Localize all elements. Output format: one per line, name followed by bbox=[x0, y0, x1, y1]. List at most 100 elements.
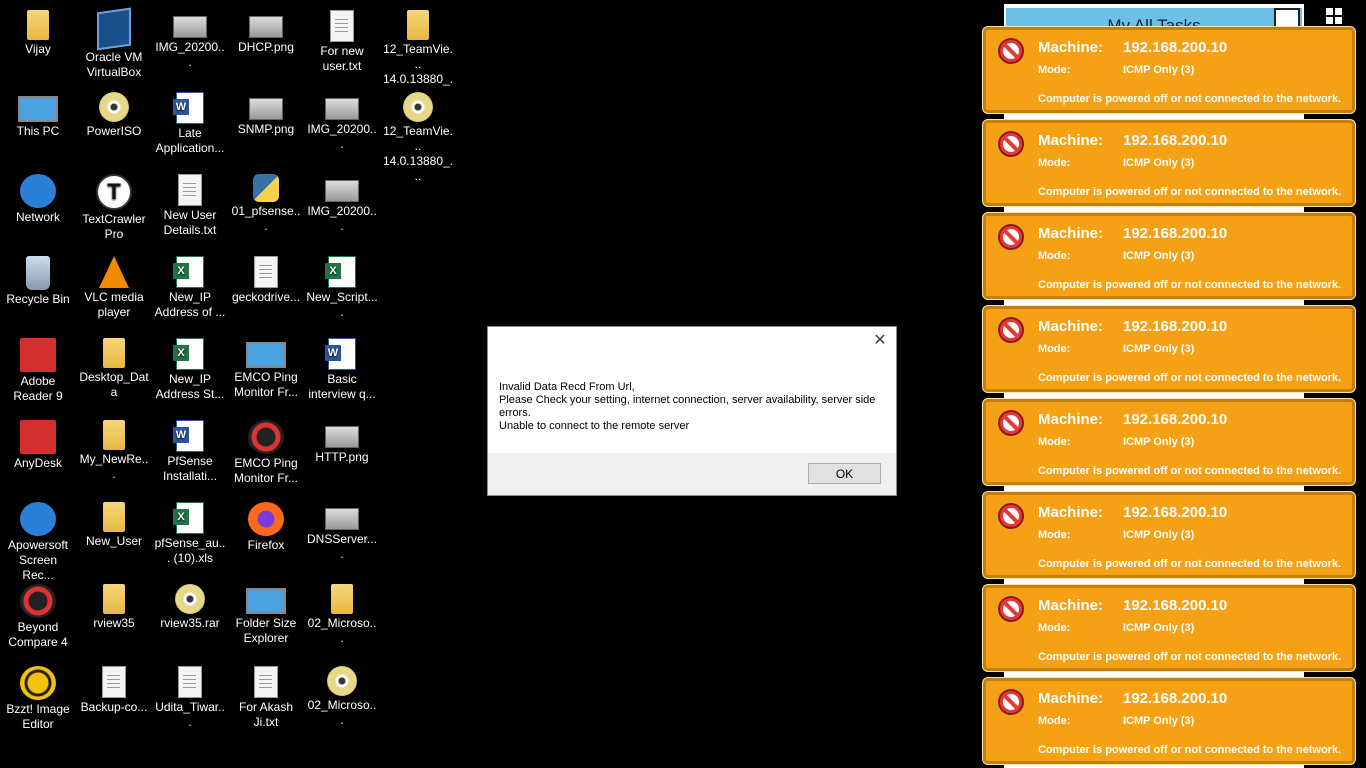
desktop-icon[interactable]: IMG_20200... bbox=[152, 2, 228, 82]
desktop-icon[interactable]: Desktop_Data bbox=[76, 330, 152, 410]
desktop-icon[interactable]: Apowersoft Screen Rec... bbox=[0, 494, 76, 582]
desktop-icon[interactable]: 02_Microso... bbox=[304, 658, 380, 738]
apowersoft-icon bbox=[20, 502, 56, 536]
desktop-icon-label: 12_TeamVie... 14.0.13880_... bbox=[382, 124, 454, 183]
stop-icon bbox=[998, 596, 1024, 622]
mode-value: ICMP Only (3) bbox=[1123, 622, 1195, 634]
machine-alert-notification[interactable]: Machine: 192.168.200.10 Mode: ICMP Only (3)… bbox=[983, 585, 1355, 671]
folder-icon bbox=[331, 584, 353, 614]
desktop-icon[interactable]: IMG_20200... bbox=[304, 166, 380, 246]
desktop-icon[interactable]: Backup-co... bbox=[76, 658, 152, 738]
desktop-icon[interactable]: Basic interview q... bbox=[304, 330, 380, 410]
desktop-icon[interactable]: My_NewRe... bbox=[76, 412, 152, 492]
virtualbox-icon bbox=[97, 7, 131, 51]
notification-message: Computer is powered off or not connected… bbox=[1038, 744, 1342, 756]
desktop-icon[interactable]: New User Details.txt bbox=[152, 166, 228, 246]
mode-label: Mode: bbox=[1038, 529, 1071, 541]
desktop-icon-label: geckodrive... bbox=[231, 290, 301, 304]
machine-alert-notification[interactable]: Machine: 192.168.200.10 Mode: ICMP Only (3)… bbox=[983, 678, 1355, 764]
desktop-icon-label: New_IP Address of ... bbox=[154, 290, 226, 319]
machine-alert-notification[interactable]: Machine: 192.168.200.10 Mode: ICMP Only (3)… bbox=[983, 492, 1355, 578]
excel-icon bbox=[325, 256, 356, 288]
desktop-icon-label: AnyDesk bbox=[13, 456, 63, 470]
desktop-icon[interactable]: Bzzt! Image Editor bbox=[0, 658, 76, 738]
desktop-icon[interactable]: Oracle VM VirtualBox bbox=[76, 2, 152, 82]
desktop-icon[interactable]: New_IP Address St... bbox=[152, 330, 228, 410]
python-icon bbox=[253, 174, 279, 202]
desktop-icon[interactable]: geckodrive... bbox=[228, 248, 304, 328]
desktop-icon[interactable]: New_User bbox=[76, 494, 152, 574]
machine-address: 192.168.200.10 bbox=[1123, 690, 1228, 707]
image-icon bbox=[325, 98, 359, 120]
mode-label: Mode: bbox=[1038, 343, 1071, 355]
desktop-icon[interactable]: PfSense Installati... bbox=[152, 412, 228, 492]
desktop-icon[interactable]: EMCO Ping Monitor Fr... bbox=[228, 412, 304, 492]
adobe-reader-icon bbox=[20, 338, 56, 372]
desktop-icon[interactable]: SNMP.png bbox=[228, 84, 304, 164]
mode-label: Mode: bbox=[1038, 622, 1071, 634]
desktop-icon[interactable]: HTTP.png bbox=[304, 412, 380, 492]
notification-message: Computer is powered off or not connected… bbox=[1038, 93, 1342, 105]
desktop-icon[interactable]: Beyond Compare 4 bbox=[0, 576, 76, 656]
desktop-icon[interactable]: 12_TeamVie... 14.0.13880_... bbox=[380, 84, 456, 183]
desktop-icon-label: Adobe Reader 9 bbox=[13, 374, 63, 403]
desktop-icon-label: PowerISO bbox=[86, 124, 142, 138]
desktop-icon[interactable]: T TextCrawler Pro bbox=[76, 166, 152, 246]
desktop-icon[interactable]: rview35.rar bbox=[152, 576, 228, 656]
desktop-icon[interactable]: EMCO Ping Monitor Fr... bbox=[228, 330, 304, 410]
machine-alert-notification[interactable]: Machine: 192.168.200.10 Mode: ICMP Only (3)… bbox=[983, 306, 1355, 392]
desktop-icon[interactable]: PowerISO bbox=[76, 84, 152, 164]
desktop-icon[interactable]: New_Script.... bbox=[304, 248, 380, 328]
folder-size-icon bbox=[246, 588, 286, 614]
folder-icon bbox=[103, 420, 125, 450]
machine-alert-notification[interactable]: Machine: 192.168.200.10 Mode: ICMP Only (3)… bbox=[983, 27, 1355, 113]
recycle-bin-icon bbox=[26, 256, 50, 290]
text-file-icon bbox=[254, 666, 278, 698]
desktop-icon[interactable]: Late Application... bbox=[152, 84, 228, 164]
network-icon bbox=[20, 174, 56, 208]
desktop-icon[interactable]: Network bbox=[0, 166, 76, 246]
desktop-icon[interactable]: Adobe Reader 9 bbox=[0, 330, 76, 410]
desktop-icon-label: Backup-co... bbox=[80, 700, 148, 714]
desktop-icon[interactable]: Recycle Bin bbox=[0, 248, 76, 328]
ok-button[interactable]: OK bbox=[808, 463, 881, 484]
stop-icon bbox=[998, 131, 1024, 157]
machine-alert-notification[interactable]: Machine: 192.168.200.10 Mode: ICMP Only (3)… bbox=[983, 120, 1355, 206]
windows-logo-icon bbox=[1326, 8, 1342, 24]
desktop-icon-label: HTTP.png bbox=[315, 450, 369, 464]
machine-label: Machine: bbox=[1038, 690, 1104, 707]
desktop-icon[interactable]: Folder Size Explorer bbox=[228, 576, 304, 656]
machine-alert-notification[interactable]: Machine: 192.168.200.10 Mode: ICMP Only (3)… bbox=[983, 213, 1355, 299]
desktop-icon[interactable]: 01_pfsense... bbox=[228, 166, 304, 246]
dialog-message-line: Please Check your setting, internet conn… bbox=[499, 394, 876, 419]
desktop-icon[interactable]: DNSServer.... bbox=[304, 494, 380, 574]
desktop-icon[interactable]: New_IP Address of ... bbox=[152, 248, 228, 328]
mode-label: Mode: bbox=[1038, 157, 1071, 169]
desktop-icon-label: New_User bbox=[85, 534, 142, 548]
desktop-icon[interactable]: 02_Microso... bbox=[304, 576, 380, 656]
mode-value: ICMP Only (3) bbox=[1123, 250, 1195, 262]
desktop-icon[interactable]: DHCP.png bbox=[228, 2, 304, 82]
desktop-icon[interactable]: Udita_Tiwar... bbox=[152, 658, 228, 738]
desktop-icon[interactable]: For Akash Ji.txt bbox=[228, 658, 304, 738]
desktop-icon[interactable]: VLC media player bbox=[76, 248, 152, 328]
desktop-icon[interactable]: Vijay bbox=[0, 2, 76, 82]
desktop-icon-label: rview35 bbox=[93, 616, 135, 630]
desktop-icon[interactable]: 12_TeamVie... 14.0.13880_... bbox=[380, 2, 456, 101]
machine-alert-notification[interactable]: Machine: 192.168.200.10 Mode: ICMP Only (3)… bbox=[983, 399, 1355, 485]
desktop-icon[interactable]: IMG_20200... bbox=[304, 84, 380, 164]
desktop-icon[interactable]: Firefox bbox=[228, 494, 304, 574]
desktop-icon[interactable]: rview35 bbox=[76, 576, 152, 656]
mode-value: ICMP Only (3) bbox=[1123, 715, 1195, 727]
desktop-icon[interactable]: pfSense_au... (10).xls bbox=[152, 494, 228, 574]
machine-address: 192.168.200.10 bbox=[1123, 411, 1228, 428]
machine-address: 192.168.200.10 bbox=[1123, 597, 1228, 614]
disc-icon bbox=[403, 92, 433, 122]
desktop-icon[interactable]: AnyDesk bbox=[0, 412, 76, 492]
close-icon[interactable]: ✕ bbox=[872, 333, 888, 349]
desktop-icon[interactable]: This PC bbox=[0, 84, 76, 164]
folder-icon bbox=[407, 10, 429, 40]
machine-address: 192.168.200.10 bbox=[1123, 39, 1228, 56]
desktop-icon[interactable]: For new user.txt bbox=[304, 2, 380, 82]
word-doc-icon bbox=[173, 92, 204, 124]
